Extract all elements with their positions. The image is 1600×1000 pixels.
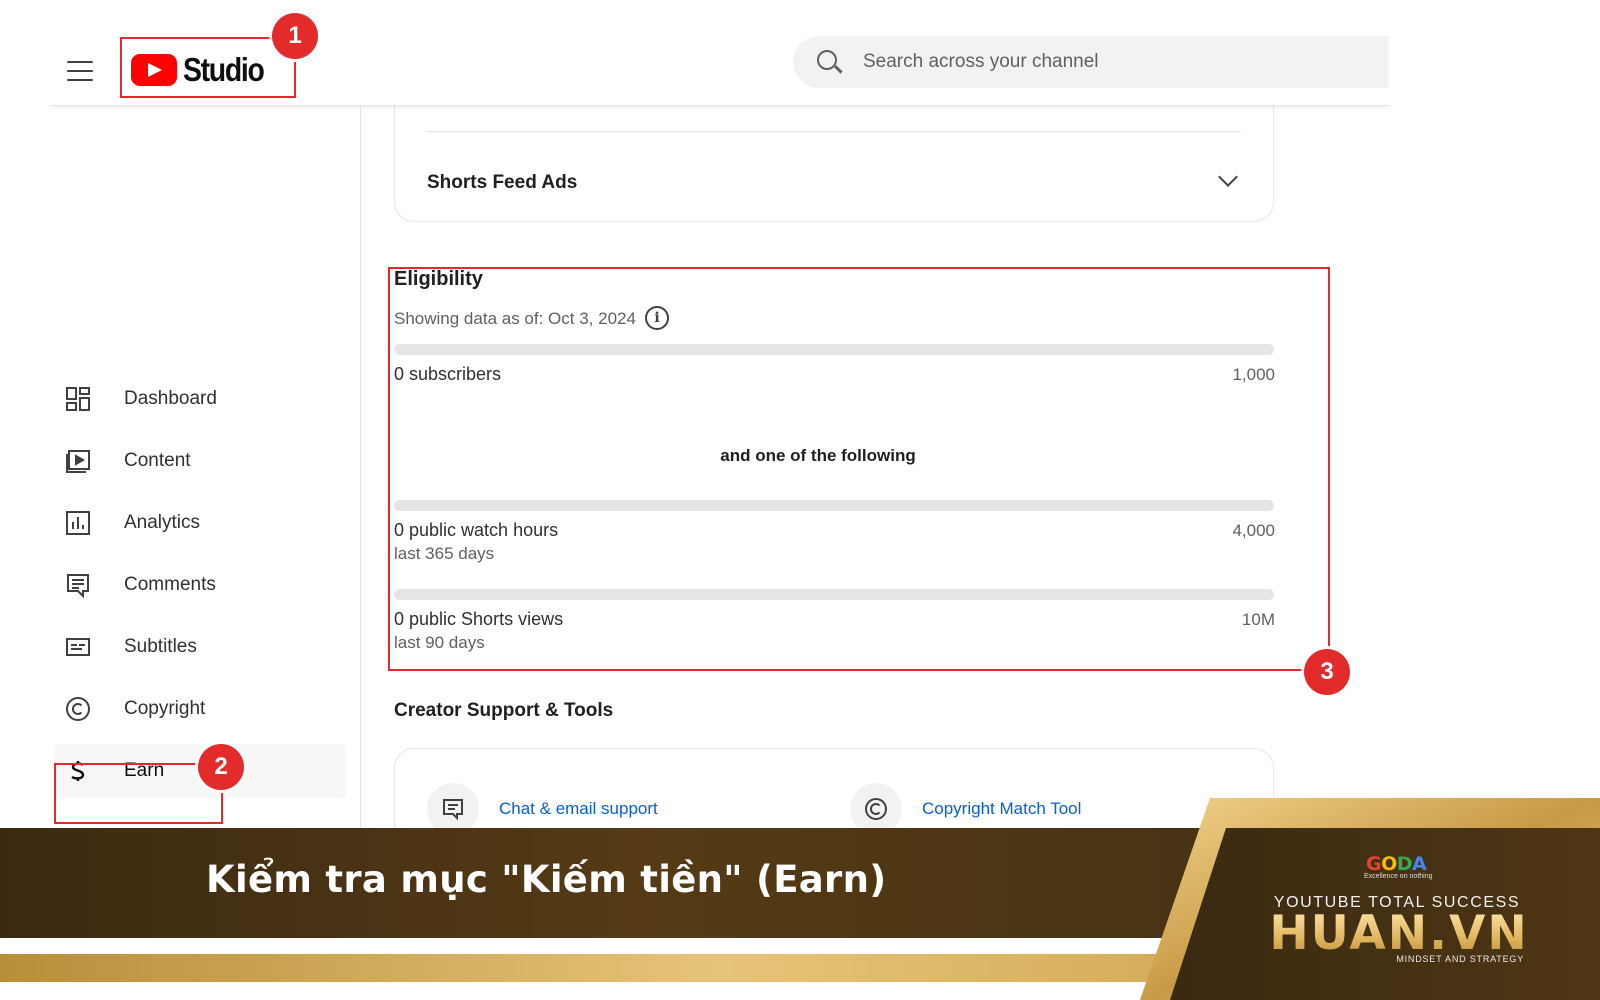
subtitles-icon (64, 633, 92, 661)
sidebar-item-label: Copyright (124, 698, 206, 719)
dashboard-icon (64, 385, 92, 413)
comments-icon (64, 571, 92, 599)
copyright-match-tool-link[interactable]: Copyright Match Tool (850, 783, 1081, 828)
annotation-box-eligibility (388, 267, 1330, 671)
copyright-match-icon (850, 783, 902, 828)
sidebar-item-dashboard[interactable]: Dashboard (54, 372, 346, 426)
copyright-icon (64, 695, 92, 723)
content-icon (64, 447, 92, 475)
shorts-feed-ads-title: Shorts Feed Ads (427, 172, 578, 193)
annotation-badge-1: 1 (272, 13, 318, 59)
chat-email-support-link[interactable]: Chat & email support (427, 783, 658, 828)
banner-gold-band (0, 954, 1600, 982)
sidebar-item-subtitles[interactable]: Subtitles (54, 620, 346, 674)
search-bar[interactable] (793, 36, 1389, 88)
banner-white-gap (0, 938, 1600, 954)
search-icon[interactable] (817, 50, 837, 70)
banner-caption: Kiểm tra mục "Kiếm tiền" (Earn) (206, 858, 887, 901)
sidebar-item-label: Dashboard (124, 388, 217, 409)
annotation-badge-3: 3 (1304, 649, 1350, 695)
sidebar-item-analytics[interactable]: Analytics (54, 496, 346, 550)
analytics-icon (64, 509, 92, 537)
tool-label: Chat & email support (499, 799, 658, 818)
annotation-badge-2: 2 (198, 744, 244, 790)
sidebar-item-label: Comments (124, 574, 216, 595)
annotation-box-logo (120, 37, 296, 98)
banner-white-bottom (0, 982, 1600, 1000)
tool-label: Copyright Match Tool (922, 799, 1082, 818)
sidebar-item-label: Content (124, 450, 191, 471)
sidebar-item-comments[interactable]: Comments (54, 558, 346, 612)
sidebar-item-copyright[interactable]: Copyright (54, 682, 346, 736)
sidebar-item-label: Subtitles (124, 636, 197, 657)
creator-support-title: Creator Support & Tools (394, 700, 614, 721)
caption-banner: Kiểm tra mục "Kiếm tiền" (Earn) (0, 828, 1600, 1000)
card-divider (427, 131, 1241, 132)
chevron-down-icon[interactable] (1218, 167, 1238, 187)
sidebar-item-label: Analytics (124, 512, 201, 533)
sidebar: Dashboard Content Analytics Comments Sub… (51, 106, 361, 828)
creator-support-card: Chat & email support Copyright Match Too… (394, 748, 1274, 828)
sidebar-item-content[interactable]: Content (54, 434, 346, 488)
hamburger-menu-icon[interactable] (67, 61, 93, 81)
chat-support-icon (427, 783, 479, 828)
search-input[interactable] (863, 46, 1343, 78)
